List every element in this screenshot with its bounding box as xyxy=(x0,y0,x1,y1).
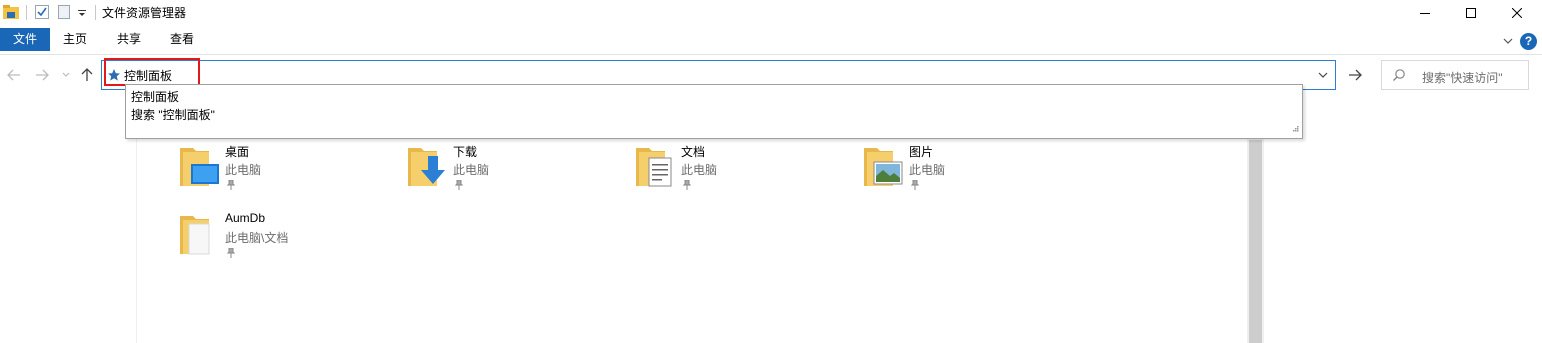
go-arrow-icon xyxy=(1349,69,1362,81)
maximize-icon xyxy=(1466,8,1476,18)
new-folder-icon[interactable] xyxy=(57,4,71,23)
item-location: 此电脑 xyxy=(453,163,490,177)
tab-view[interactable]: 查看 xyxy=(158,28,206,51)
downloads-folder-icon xyxy=(407,142,449,188)
tab-share[interactable]: 共享 xyxy=(106,28,152,51)
forward-arrow-icon xyxy=(36,69,49,81)
back-arrow-icon xyxy=(7,69,20,81)
up-arrow-icon xyxy=(81,68,93,81)
close-button[interactable] xyxy=(1494,0,1540,26)
item-name: 图片 xyxy=(909,145,934,159)
documents-folder-icon xyxy=(635,142,677,188)
title-separator xyxy=(95,5,96,20)
qa-separator xyxy=(26,5,27,20)
annotation-highlight-box xyxy=(104,58,200,86)
address-dropdown-icon[interactable] xyxy=(1317,69,1329,84)
quick-access-item-documents[interactable]: 文档 此电脑 xyxy=(635,142,855,202)
help-icon[interactable]: ? xyxy=(1520,33,1537,50)
navigation-pane-divider xyxy=(136,138,137,343)
window-title: 文件资源管理器 xyxy=(102,6,187,20)
autocomplete-item-search-control-panel[interactable]: 搜索 "控制面板" xyxy=(131,106,215,123)
ribbon-tabs: 文件 主页 共享 查看 xyxy=(0,28,1542,54)
quick-access-item-desktop[interactable]: 桌面 此电脑 xyxy=(179,142,399,202)
item-name: 下载 xyxy=(453,145,478,159)
item-location: 此电脑 xyxy=(909,163,946,177)
customize-qa-chevron-icon[interactable] xyxy=(77,8,87,22)
folder-icon xyxy=(179,210,221,256)
recent-chevron-icon xyxy=(62,72,70,77)
item-name: 桌面 xyxy=(225,145,250,159)
item-location: 此电脑 xyxy=(681,163,718,177)
item-location: 此电脑\文档 xyxy=(225,231,289,245)
maximize-button[interactable] xyxy=(1448,0,1494,26)
pin-icon xyxy=(910,179,920,193)
up-button[interactable] xyxy=(78,66,96,84)
resize-grip-icon[interactable] xyxy=(1291,121,1299,135)
desktop-folder-icon xyxy=(179,142,221,188)
forward-button[interactable] xyxy=(33,66,51,84)
quick-access-item-downloads[interactable]: 下载 此电脑 xyxy=(407,142,627,202)
close-icon xyxy=(1512,8,1522,18)
pictures-folder-icon xyxy=(863,142,905,188)
tab-file[interactable]: 文件 xyxy=(0,28,50,51)
tab-home[interactable]: 主页 xyxy=(52,28,98,51)
minimize-button[interactable] xyxy=(1402,0,1448,26)
ribbon-divider xyxy=(0,54,1542,55)
item-name: 文档 xyxy=(681,145,706,159)
pin-icon xyxy=(226,179,236,193)
address-input[interactable] xyxy=(124,67,1304,83)
expand-ribbon-chevron-icon[interactable] xyxy=(1502,35,1514,50)
file-explorer-app-icon[interactable] xyxy=(2,4,20,23)
quick-access-item-pictures[interactable]: 图片 此电脑 xyxy=(863,142,1083,202)
minimize-icon xyxy=(1420,13,1430,14)
autocomplete-item-control-panel[interactable]: 控制面板 xyxy=(131,88,179,105)
quick-access-item-aumdb[interactable]: AumDb 此电脑\文档 xyxy=(179,210,399,270)
recent-locations-button[interactable] xyxy=(57,66,75,84)
search-icon xyxy=(1392,68,1406,85)
item-location: 此电脑 xyxy=(225,163,262,177)
properties-icon[interactable] xyxy=(34,4,50,23)
back-button[interactable] xyxy=(5,66,23,84)
title-bar: 文件资源管理器 xyxy=(0,0,1542,26)
pin-icon xyxy=(226,247,236,261)
search-placeholder: 搜索"快速访问" xyxy=(1422,71,1503,85)
address-autocomplete-list: 控制面板 搜索 "控制面板" xyxy=(125,84,1303,139)
pin-icon xyxy=(682,179,692,193)
scrollbar-thumb[interactable] xyxy=(1249,140,1262,343)
search-box[interactable]: 搜索"快速访问" xyxy=(1381,60,1529,90)
go-button[interactable] xyxy=(1343,63,1367,87)
item-name: AumDb xyxy=(225,211,266,225)
pin-icon xyxy=(454,179,464,193)
